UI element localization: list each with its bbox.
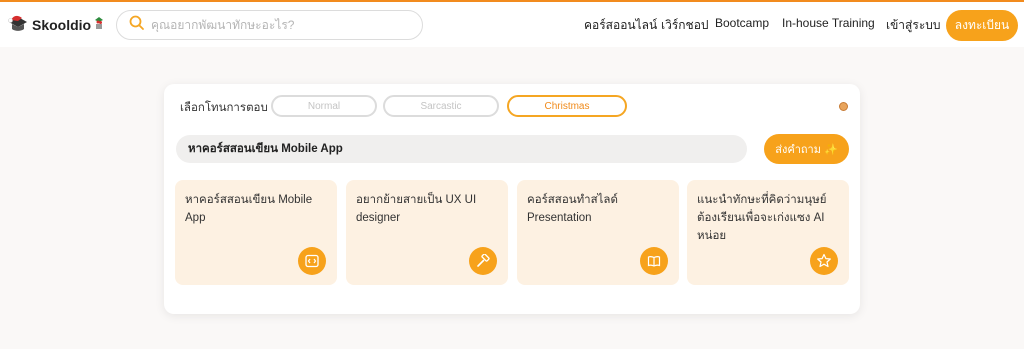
query-input[interactable]: หาคอร์สสอนเขียน Mobile App (176, 135, 747, 163)
suggestion-card[interactable]: อยากย้ายสายเป็น UX UI designer (346, 180, 508, 285)
site-header: Skooldio คอร์สออนไลน์ เวิร์กชอป Bootcamp… (0, 2, 1024, 47)
tone-normal-button[interactable]: Normal (271, 95, 377, 117)
logo[interactable]: Skooldio (6, 10, 106, 40)
nav-workshop[interactable]: เวิร์กชอป (661, 16, 709, 35)
cookie-icon[interactable] (839, 102, 848, 111)
search-box[interactable] (116, 10, 423, 40)
suggestion-text: อยากย้ายสายเป็น UX UI designer (356, 194, 477, 224)
suggestion-text: หาคอร์สสอนเขียน Mobile App (185, 194, 313, 224)
hammer-icon (469, 247, 497, 275)
ask-button[interactable]: ส่งคำถาม ✨ (764, 134, 849, 164)
ai-assistant-card: เลือกโทนการตอบ Normal Sarcastic Christma… (164, 84, 860, 314)
nav-inhouse-training[interactable]: In-house Training (782, 16, 875, 30)
code-icon (298, 247, 326, 275)
logo-icon (6, 13, 30, 37)
suggestion-text: แนะนำทักษะที่คิดว่ามนุษย์ต้องเรียนเพื่อจ… (697, 194, 827, 242)
tone-christmas-button[interactable]: Christmas (507, 95, 627, 117)
tone-label: เลือกโทนการตอบ (180, 102, 268, 114)
nav-login[interactable]: เข้าสู่ระบบ (886, 16, 941, 35)
suggestion-card[interactable]: คอร์สสอนทำสไลด์ Presentation (517, 180, 679, 285)
book-icon (640, 247, 668, 275)
brand-name: Skooldio (32, 17, 92, 33)
signup-button[interactable]: ลงทะเบียน (946, 10, 1018, 41)
holly-icon (93, 16, 105, 35)
suggestion-card[interactable]: หาคอร์สสอนเขียน Mobile App (175, 180, 337, 285)
search-icon (129, 15, 145, 36)
suggestion-text: คอร์สสอนทำสไลด์ Presentation (527, 194, 618, 224)
suggestion-card[interactable]: แนะนำทักษะที่คิดว่ามนุษย์ต้องเรียนเพื่อจ… (687, 180, 849, 285)
search-input[interactable] (151, 18, 401, 32)
tone-sarcastic-button[interactable]: Sarcastic (383, 95, 499, 117)
star-icon (810, 247, 838, 275)
nav-online-courses[interactable]: คอร์สออนไลน์ (584, 16, 657, 35)
nav-bootcamp[interactable]: Bootcamp (715, 16, 769, 30)
